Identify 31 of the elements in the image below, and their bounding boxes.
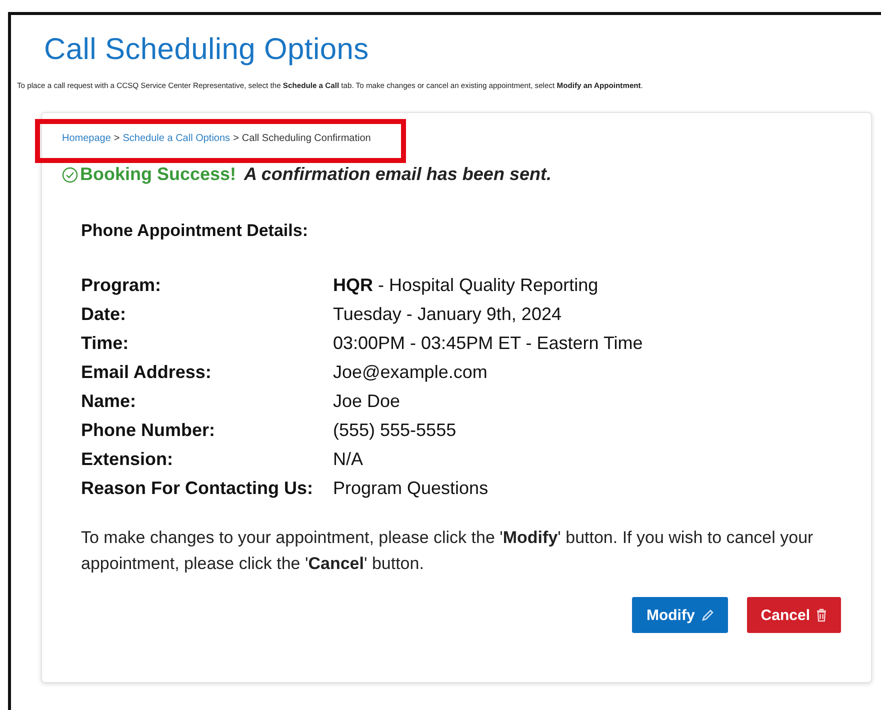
instructions-text: To make changes to your appointment, please click the 'Modify' button. If you wish to cancel your appointment, please click the 'Cancel' button. bbox=[81, 527, 814, 575]
breadcrumb-link[interactable]: Schedule a Call Options bbox=[122, 133, 230, 144]
confirmation-message: A confirmation email has been sent. bbox=[244, 164, 552, 185]
page-title: Call Scheduling Options bbox=[44, 33, 370, 67]
detail-label: Email Address: bbox=[81, 362, 212, 383]
cancel-button[interactable]: Cancel bbox=[746, 597, 841, 633]
detail-value: Joe Doe bbox=[333, 391, 402, 412]
detail-label: Extension: bbox=[81, 449, 174, 470]
breadcrumb-current: Call Scheduling Confirmation bbox=[242, 133, 371, 144]
breadcrumb-separator: > bbox=[114, 133, 120, 144]
detail-label: Time: bbox=[81, 333, 130, 354]
detail-label: Program: bbox=[81, 275, 162, 296]
pencil-icon bbox=[700, 608, 714, 622]
trash-icon bbox=[816, 608, 827, 622]
detail-label: Date: bbox=[81, 304, 128, 325]
detail-value: Tuesday - January 9th, 2024 bbox=[333, 304, 562, 325]
check-circle-icon bbox=[62, 166, 78, 182]
detail-label: Name: bbox=[81, 391, 138, 412]
detail-value: (555) 555-5555 bbox=[333, 420, 458, 441]
modify-button[interactable]: Modify bbox=[632, 597, 728, 633]
detail-value: Program Questions bbox=[333, 478, 490, 499]
detail-value: N/A bbox=[333, 449, 364, 470]
breadcrumb-separator: > bbox=[233, 133, 239, 144]
success-heading: Booking Success! bbox=[80, 164, 236, 185]
breadcrumb-link[interactable]: Homepage bbox=[62, 133, 111, 144]
detail-value: 03:00PM - 03:45PM ET - Eastern Time bbox=[333, 333, 644, 354]
detail-label: Reason For Contacting Us: bbox=[81, 478, 314, 499]
detail-value: HQR - Hospital Quality Reporting bbox=[333, 275, 600, 296]
detail-value: Joe@example.com bbox=[333, 362, 488, 383]
details-heading: Phone Appointment Details: bbox=[81, 221, 309, 241]
detail-label: Phone Number: bbox=[81, 420, 216, 441]
